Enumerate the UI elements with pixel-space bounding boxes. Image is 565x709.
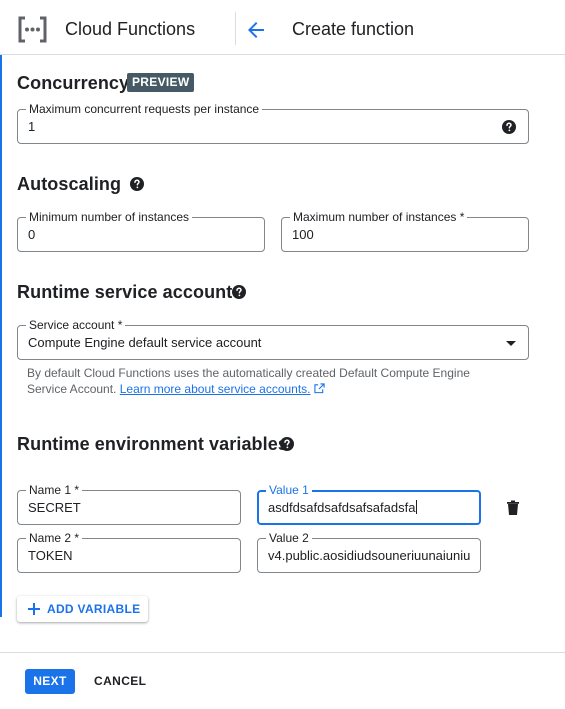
autoscaling-heading: Autoscaling bbox=[17, 174, 122, 194]
next-button[interactable]: NEXT bbox=[25, 669, 75, 694]
max-instances-label: Maximum number of instances * bbox=[290, 210, 468, 224]
left-accent-rail bbox=[0, 55, 2, 617]
cancel-button[interactable]: CANCEL bbox=[86, 669, 154, 694]
learn-more-link-text: Learn more about service accounts. bbox=[119, 382, 311, 396]
env-name-1-value: SECRET bbox=[28, 500, 81, 515]
max-concurrent-requests-value: 1 bbox=[28, 119, 36, 134]
preview-badge: PREVIEW bbox=[127, 73, 195, 92]
external-link-icon[interactable] bbox=[313, 383, 325, 394]
env-value-1-label: Value 1 bbox=[266, 483, 312, 497]
dropdown-arrow-icon bbox=[506, 341, 516, 346]
max-instances-field[interactable]: Maximum number of instances * 100 bbox=[281, 210, 529, 252]
header-divider bbox=[235, 12, 236, 45]
service-account-helper-text: By default Cloud Functions uses the auto… bbox=[27, 365, 497, 397]
env-value-2-field[interactable]: Value 2 v4.public.aosidiudsouneriuunaiun… bbox=[257, 531, 481, 573]
env-name-2-value: TOKEN bbox=[28, 548, 73, 563]
env-value-1-input: asdfdsafdsafdsafsafadsfa bbox=[268, 500, 473, 515]
concurrency-heading: Concurrency bbox=[17, 73, 130, 93]
top-bar: Cloud Functions Create function bbox=[0, 0, 565, 55]
min-instances-field[interactable]: Minimum number of instances 0 bbox=[17, 210, 265, 252]
env-value-2-label: Value 2 bbox=[266, 531, 312, 545]
help-icon[interactable] bbox=[501, 119, 517, 135]
env-name-1-label: Name 1 * bbox=[26, 483, 83, 497]
plus-icon bbox=[28, 603, 40, 615]
env-value-2-value: v4.public.aosidiudsouneriuunaiuniu bbox=[268, 548, 471, 563]
service-account-label: Service account * bbox=[26, 318, 126, 332]
autoscaling-help-icon[interactable] bbox=[129, 176, 145, 192]
delete-icon[interactable] bbox=[504, 499, 522, 517]
env-value-1-field[interactable]: Value 1 asdfdsafdsafdsafsafadsfa bbox=[257, 483, 481, 525]
env-value-1-value: asdfdsafdsafdsafsafadsfa bbox=[268, 500, 416, 515]
max-concurrent-requests-field[interactable]: Maximum concurrent requests per instance… bbox=[17, 102, 529, 144]
add-variable-label: ADD VARIABLE bbox=[47, 602, 141, 616]
min-instances-label: Minimum number of instances bbox=[26, 210, 193, 224]
text-caret bbox=[416, 500, 418, 514]
cloud-functions-logo-icon bbox=[18, 16, 47, 43]
page-title: Create function bbox=[292, 19, 415, 39]
service-account-value: Compute Engine default service account bbox=[28, 335, 262, 350]
max-instances-value: 100 bbox=[292, 227, 314, 242]
env-name-2-field[interactable]: Name 2 * TOKEN bbox=[17, 531, 241, 573]
max-concurrent-requests-label: Maximum concurrent requests per instance bbox=[26, 102, 263, 116]
learn-more-link[interactable]: Learn more about service accounts. bbox=[120, 382, 311, 396]
app-title: Cloud Functions bbox=[65, 19, 196, 39]
footer-divider bbox=[0, 652, 565, 653]
env-name-2-label: Name 2 * bbox=[26, 531, 83, 545]
service-account-help-icon[interactable] bbox=[231, 284, 247, 300]
service-account-select[interactable]: Service account * Compute Engine default… bbox=[17, 318, 529, 360]
service-account-heading: Runtime service account bbox=[17, 282, 233, 302]
env-vars-help-icon[interactable] bbox=[279, 436, 295, 452]
back-arrow-icon[interactable] bbox=[244, 18, 268, 42]
env-vars-heading: Runtime environment variables bbox=[17, 434, 288, 454]
add-variable-button[interactable]: ADD VARIABLE bbox=[17, 596, 149, 622]
min-instances-value: 0 bbox=[28, 227, 36, 242]
env-name-1-field[interactable]: Name 1 * SECRET bbox=[17, 483, 241, 525]
